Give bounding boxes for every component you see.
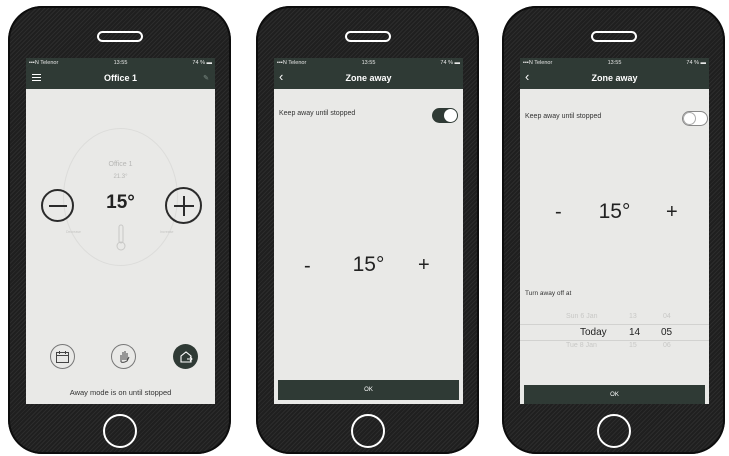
phone-2: ▪▪▪N Telenor 13:55 74 % ▬ ‹ Zone away Ke… (256, 6, 479, 454)
picker-minute: 05 (661, 327, 673, 338)
increase-label: Increase (160, 230, 174, 234)
keep-away-toggle[interactable] (432, 108, 458, 123)
plus-icon (173, 195, 194, 216)
hand-icon (120, 351, 129, 363)
nav-bar: Office 1 ✎ (26, 67, 215, 89)
time-picker[interactable]: Sun 6 Jan 13 04 Today 14 05 Tue 8 Jan 15… (520, 313, 709, 353)
home-button[interactable] (102, 414, 137, 448)
picker-row-next: Tue 8 Jan 15 06 (520, 342, 709, 352)
home-button[interactable] (596, 414, 631, 448)
setpoint-temperature: 15° (352, 253, 385, 276)
calendar-icon (56, 350, 69, 363)
keep-away-label: Keep away until stopped (279, 110, 356, 117)
decrease-label: Decrease (66, 230, 81, 234)
picker-day: Sun 6 Jan (566, 313, 598, 320)
picker-hour: 14 (629, 327, 641, 338)
away-button[interactable] (173, 344, 198, 369)
edit-icon[interactable]: ✎ (203, 74, 209, 82)
status-time: 13:55 (607, 59, 622, 66)
phone-3: ▪▪▪N Telenor 13:55 74 % ▬ ‹ Zone away Ke… (502, 6, 725, 454)
picker-minute: 04 (663, 313, 671, 320)
picker-day: Tue 8 Jan (566, 342, 597, 349)
picker-day: Today (580, 327, 607, 338)
picker-hour: 13 (629, 313, 637, 320)
speaker-icon (344, 31, 391, 42)
schedule-button[interactable] (50, 344, 75, 369)
setpoint-temperature: 15° (598, 200, 631, 223)
menu-icon[interactable] (32, 74, 41, 81)
status-bar: ▪▪▪N Telenor 13:55 74 % ▬ (274, 58, 463, 67)
manual-button[interactable] (111, 344, 136, 369)
away-status-message: Away mode is on until stopped (69, 388, 172, 397)
toggle-knob (683, 112, 696, 125)
decrease-button[interactable] (41, 189, 74, 222)
screen-zone-away-off: ▪▪▪N Telenor 13:55 74 % ▬ ‹ Zone away Ke… (520, 58, 709, 404)
picker-row-prev: Sun 6 Jan 13 04 (520, 313, 709, 323)
keep-away-toggle[interactable] (682, 111, 708, 126)
away-home-icon (179, 351, 193, 363)
home-button[interactable] (350, 414, 385, 448)
increase-button[interactable]: + (666, 201, 678, 224)
current-temperature: 21.3° (113, 174, 128, 180)
screen-main: ▪▪▪N Telenor 13:55 74 % ▬ Office 1 ✎ Off… (26, 58, 215, 404)
zone-name: Office 1 (108, 161, 133, 168)
speaker-icon (96, 31, 143, 42)
turn-away-off-label: Turn away off at (525, 290, 572, 297)
minus-icon (48, 204, 67, 207)
status-bar: ▪▪▪N Telenor 13:55 74 % ▬ (520, 58, 709, 67)
increase-button[interactable]: + (418, 254, 430, 277)
page-title: Zone away (345, 73, 392, 83)
increase-button[interactable] (165, 187, 202, 224)
picker-row-selected: Today 14 05 (520, 324, 709, 341)
nav-bar: ‹ Zone away (274, 67, 463, 89)
status-bar: ▪▪▪N Telenor 13:55 74 % ▬ (26, 58, 215, 67)
speaker-icon (590, 31, 637, 42)
phone-1: ▪▪▪N Telenor 13:55 74 % ▬ Office 1 ✎ Off… (8, 6, 231, 454)
ok-button[interactable]: OK (524, 385, 705, 404)
thermometer-icon (116, 224, 126, 251)
back-icon[interactable]: ‹ (279, 70, 283, 84)
keep-away-label: Keep away until stopped (525, 113, 602, 120)
toggle-knob (444, 109, 457, 122)
ok-button[interactable]: OK (278, 380, 459, 400)
nav-bar: ‹ Zone away (520, 67, 709, 89)
page-title: Office 1 (103, 73, 137, 83)
back-icon[interactable]: ‹ (525, 70, 529, 84)
status-time: 13:55 (113, 59, 128, 66)
status-time: 13:55 (361, 59, 376, 66)
page-title: Zone away (591, 73, 638, 83)
screen-zone-away-on: ▪▪▪N Telenor 13:55 74 % ▬ ‹ Zone away Ke… (274, 58, 463, 404)
picker-minute: 06 (663, 342, 671, 349)
picker-hour: 15 (629, 342, 637, 349)
